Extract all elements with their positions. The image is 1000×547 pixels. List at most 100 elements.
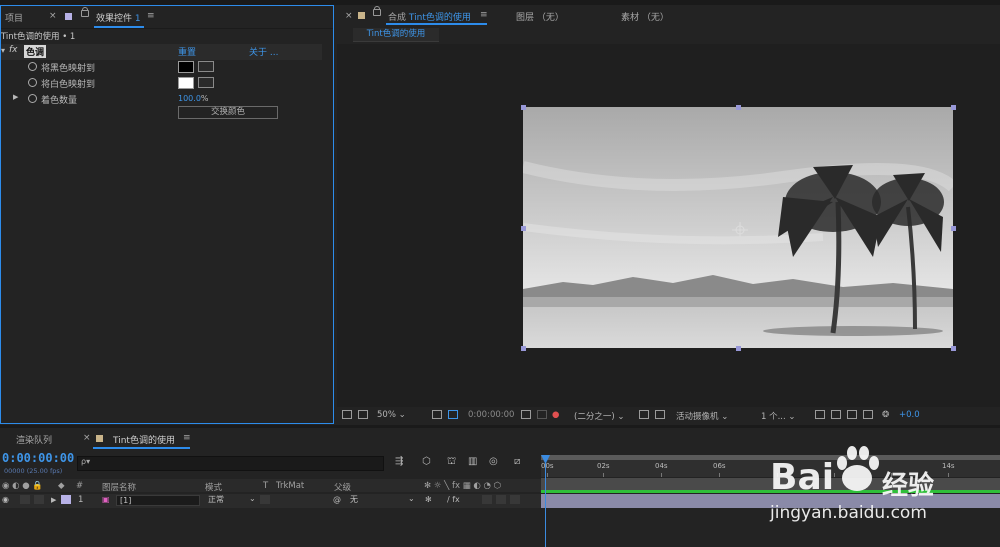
ruler-tick-label: 04s — [655, 462, 668, 470]
camera-icon[interactable] — [521, 410, 531, 419]
3d-switch[interactable] — [510, 495, 520, 504]
watermark-url: jingyan.baidu.com — [770, 503, 927, 523]
transform-handle[interactable] — [521, 346, 526, 351]
about-link[interactable]: 关于 ... — [249, 45, 278, 58]
quality-fx-switch[interactable]: / fx — [447, 495, 460, 504]
black-color-swatch[interactable] — [178, 61, 194, 73]
pick-whip-icon[interactable]: @ — [333, 495, 341, 504]
lock-switch[interactable] — [34, 495, 44, 504]
tab-layer[interactable]: 图层 （无） — [516, 10, 564, 23]
anchor-crosshair-icon[interactable] — [732, 222, 748, 238]
effect-name[interactable]: 色调 — [24, 45, 47, 58]
visibility-eye-icon[interactable]: ◉ — [2, 495, 9, 504]
fx-toggle[interactable]: fx — [9, 45, 18, 55]
stopwatch-icon[interactable] — [28, 62, 41, 73]
transparency-grid-icon[interactable] — [655, 410, 665, 419]
expand-arrow-icon[interactable]: ▶ — [13, 93, 18, 101]
effect-row-tint[interactable]: ▾ fx 色调 重置 关于 ... — [1, 44, 322, 60]
camera-select[interactable]: 活动摄像机 ⌄ — [676, 410, 728, 422]
current-time-indicator[interactable] — [545, 455, 546, 547]
ruler-tick-label: 02s — [597, 462, 610, 470]
fit-icon[interactable] — [432, 410, 442, 419]
footage-icon: ▣ — [102, 495, 110, 504]
collapse-arrow-icon[interactable]: ▾ — [1, 46, 5, 55]
layer-search-input[interactable]: ρ▾ — [77, 456, 384, 471]
lock-icon[interactable] — [373, 6, 381, 19]
composition-viewer[interactable] — [337, 44, 1000, 407]
motion-blur-switch[interactable] — [482, 495, 492, 504]
parent-select[interactable]: 无 — [347, 495, 415, 506]
transform-handle[interactable] — [951, 346, 956, 351]
snapshot-icon[interactable] — [342, 410, 352, 419]
timeline-timecode[interactable]: 0:00:00:00 — [2, 451, 74, 465]
close-icon[interactable]: × — [49, 11, 57, 21]
tab-effect-controls[interactable]: 效果控件 1 — [96, 11, 141, 24]
exposure-value[interactable]: +0.0 — [899, 410, 920, 420]
tab-composition[interactable]: 合成 Tint色调的使用 — [388, 10, 471, 23]
column-layer-name[interactable]: 图层名称 — [102, 481, 136, 493]
transform-handle[interactable] — [521, 226, 526, 231]
show-snapshot-icon[interactable] — [537, 410, 547, 419]
frame-blending-icon[interactable]: ▥ — [468, 456, 477, 467]
tab-footage[interactable]: 素材 （无） — [621, 10, 669, 23]
stopwatch-icon[interactable] — [28, 78, 41, 89]
shy-switch-icon[interactable]: ✻ — [425, 495, 432, 504]
views-select[interactable]: 1 个... ⌄ — [761, 410, 796, 422]
current-time-display[interactable]: 0:00:00:00 — [468, 410, 514, 420]
search-icon: ρ▾ — [81, 457, 91, 466]
parent-dropdown-icon[interactable]: ⌄ — [408, 494, 415, 503]
close-icon[interactable]: × — [345, 11, 353, 21]
close-icon[interactable]: × — [83, 433, 91, 443]
column-hash: # — [76, 481, 84, 491]
color-channels-icon[interactable]: ● — [552, 410, 559, 420]
draft-3d-icon[interactable]: ⬡ — [422, 456, 431, 467]
toggle-pixel-icon[interactable] — [815, 410, 825, 419]
transform-handle[interactable] — [736, 105, 741, 110]
preserve-transparency-switch[interactable] — [260, 495, 270, 504]
panel-menu-icon[interactable]: ≡ — [480, 10, 488, 20]
export-frame-icon[interactable] — [847, 410, 857, 419]
comp-mini-flowchart-icon[interactable]: ⇶ — [395, 456, 403, 467]
reset-exposure-icon[interactable] — [831, 410, 841, 419]
panel-color-square — [65, 12, 72, 22]
layer-label-color[interactable] — [61, 495, 71, 504]
monitor-icon[interactable] — [358, 410, 368, 419]
panel-menu-icon[interactable]: ≡ — [147, 11, 155, 21]
graph-editor-icon[interactable]: ⧄ — [514, 456, 520, 467]
swap-colors-button[interactable]: 交换颜色 — [178, 106, 278, 119]
transform-handle[interactable] — [951, 105, 956, 110]
panel-menu-icon[interactable]: ≡ — [183, 433, 191, 443]
adjustment-switch[interactable] — [496, 495, 506, 504]
motion-blur-icon[interactable]: ◎ — [489, 456, 498, 467]
fast-preview-icon[interactable] — [639, 410, 649, 419]
tab-render-queue[interactable]: 渲染队列 — [16, 433, 52, 446]
column-mode[interactable]: 模式 — [205, 481, 222, 493]
zoom-select[interactable]: 50% ⌄ — [377, 410, 406, 420]
amount-value[interactable]: 100.0% — [178, 94, 209, 103]
exposure-icon[interactable]: ❂ — [882, 410, 889, 420]
white-color-swatch[interactable] — [178, 77, 194, 89]
stopwatch-icon[interactable] — [28, 94, 41, 105]
flowchart-icon[interactable] — [863, 410, 873, 419]
solo-switch[interactable] — [20, 495, 30, 504]
shy-layers-icon[interactable]: ⛫ — [447, 456, 456, 469]
eyedropper-icon[interactable] — [198, 77, 214, 88]
layer-index: 1 — [78, 495, 84, 505]
column-parent[interactable]: 父级 — [334, 481, 351, 493]
lock-icon[interactable] — [81, 7, 89, 20]
reset-link[interactable]: 重置 — [178, 45, 196, 58]
column-trkmat[interactable]: TrkMat — [276, 481, 304, 493]
resolution-select[interactable]: (二分之一) ⌄ — [574, 410, 624, 422]
transform-handle[interactable] — [736, 346, 741, 351]
transform-handle[interactable] — [521, 105, 526, 110]
comp-breadcrumb[interactable]: Tint色调的使用 — [353, 28, 439, 42]
region-of-interest-icon[interactable] — [448, 410, 458, 419]
tab-timeline[interactable]: Tint色调的使用 — [113, 433, 175, 446]
tab-project[interactable]: 项目 — [5, 11, 23, 24]
expand-layer-arrow-icon[interactable]: ▶ — [51, 496, 56, 504]
transform-handle[interactable] — [951, 226, 956, 231]
panel-color-square — [96, 434, 103, 444]
eyedropper-icon[interactable] — [198, 61, 214, 72]
mode-dropdown-icon[interactable]: ⌄ — [249, 494, 256, 503]
layer-name-field[interactable]: [1] — [116, 495, 200, 506]
